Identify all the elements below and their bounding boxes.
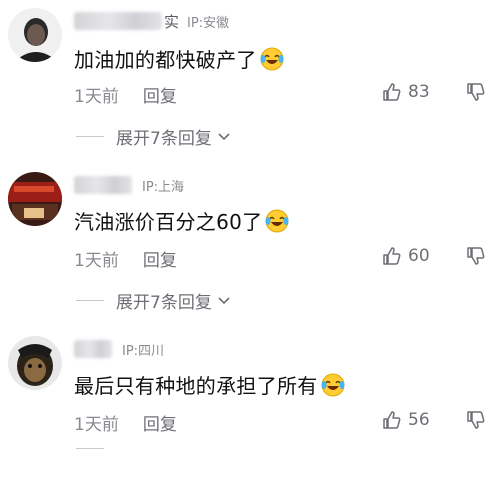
like-count: 83 (408, 82, 430, 102)
comment-time: 1天前 (74, 415, 119, 435)
like-count: 60 (408, 246, 430, 266)
expand-replies-button[interactable]: 展开7条回复 (76, 288, 232, 313)
reply-button[interactable]: 回复 (143, 246, 177, 271)
ip-location: IP:四川 (122, 343, 165, 359)
username[interactable]: 实 IP:安徽 (74, 10, 229, 32)
avatar[interactable] (8, 336, 62, 390)
chevron-down-icon (218, 296, 230, 304)
comment-text-row: 最后只有种地的承担了所有 (74, 370, 346, 399)
ip-location: IP:上海 (142, 179, 185, 195)
comment-meta: 1天前 回复 (74, 410, 177, 435)
comment-text: 汽油涨价百分之60了 (74, 210, 263, 234)
like-button[interactable]: 56 (382, 410, 430, 430)
comment-text: 加油加的都快破产了 (74, 48, 257, 72)
comment-item: IP:四川 最后只有种地的承担了所有 1天前 回复 56 (0, 332, 500, 497)
expand-replies-button[interactable]: 展开7条回复 (76, 124, 232, 149)
divider-line (76, 448, 104, 449)
username-redacted (74, 340, 112, 358)
dislike-button[interactable] (466, 410, 486, 434)
comment-text-row: 汽油涨价百分之60了 (74, 206, 290, 235)
username[interactable]: IP:四川 (74, 338, 164, 360)
thumbs-down-icon (467, 411, 485, 429)
username-redacted (74, 12, 162, 30)
laughing-crying-emoji-icon (260, 47, 284, 70)
username-visible-part: 实 (164, 12, 180, 31)
laughing-crying-emoji-icon (321, 373, 345, 396)
laughing-crying-emoji-icon (265, 209, 289, 232)
comment-text: 最后只有种地的承担了所有 (74, 374, 318, 398)
expand-replies-partial (76, 448, 116, 449)
divider-line (76, 300, 104, 301)
like-button[interactable]: 83 (382, 82, 430, 102)
ip-location: IP:安徽 (187, 15, 230, 31)
expand-replies-label: 展开7条回复 (116, 293, 212, 313)
comment-meta: 1天前 回复 (74, 82, 177, 107)
comment-time: 1天前 (74, 87, 119, 107)
like-count: 56 (408, 410, 430, 430)
thumbs-down-icon (467, 83, 485, 101)
expand-replies-label: 展开7条回复 (116, 129, 212, 149)
comment-item: IP:上海 汽油涨价百分之60了 1天前 回复 60 展开7条回复 (0, 166, 500, 331)
thumbs-down-icon (467, 247, 485, 265)
divider-line (76, 136, 104, 137)
thumbs-up-icon (383, 83, 401, 101)
thumbs-up-icon (383, 411, 401, 429)
username[interactable]: IP:上海 (74, 174, 184, 196)
dislike-button[interactable] (466, 246, 486, 270)
thumbs-up-icon (383, 247, 401, 265)
avatar[interactable] (8, 8, 62, 62)
comment-time: 1天前 (74, 251, 119, 271)
username-redacted (74, 176, 132, 194)
like-button[interactable]: 60 (382, 246, 430, 266)
reply-button[interactable]: 回复 (143, 82, 177, 107)
avatar[interactable] (8, 172, 62, 226)
comment-text-row: 加油加的都快破产了 (74, 44, 285, 73)
chevron-down-icon (218, 132, 230, 140)
comment-meta: 1天前 回复 (74, 246, 177, 271)
reply-button[interactable]: 回复 (143, 410, 177, 435)
dislike-button[interactable] (466, 82, 486, 106)
comment-item: 实 IP:安徽 加油加的都快破产了 1天前 回复 83 展开7条回复 (0, 0, 500, 165)
